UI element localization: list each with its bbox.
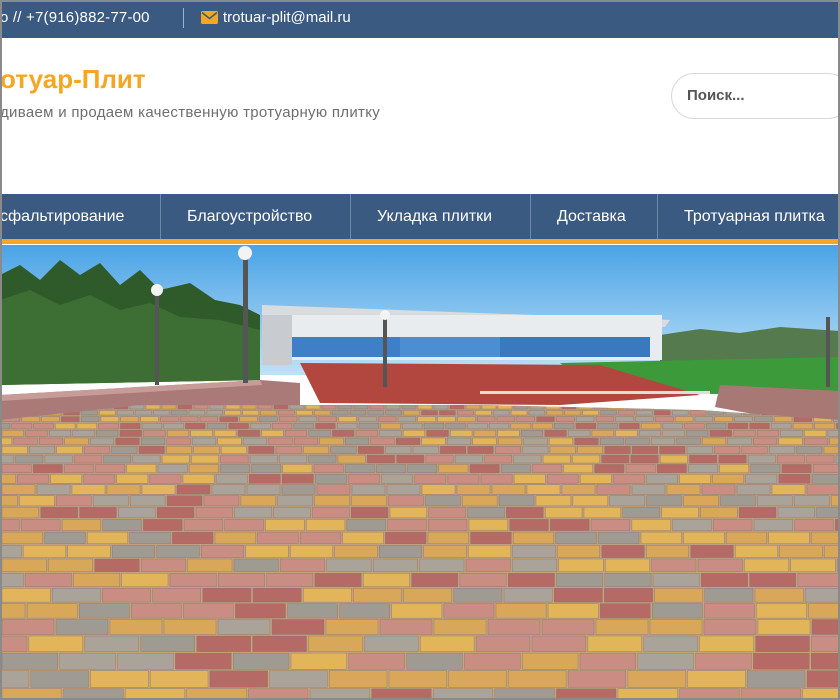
nav-item-landscaping[interactable]: Благоустройство xyxy=(161,194,351,240)
search-box[interactable] xyxy=(671,73,840,119)
main-navigation: сфальтирование Благоустройство Укладка п… xyxy=(0,194,840,244)
nav-accent-line xyxy=(0,239,840,244)
stadium-paving-photo xyxy=(0,245,840,700)
nav-item-tile-laying[interactable]: Укладка плитки xyxy=(351,194,531,240)
search-input[interactable] xyxy=(687,87,827,104)
hero-image xyxy=(0,245,840,700)
site-title[interactable]: отуар-Плит xyxy=(0,64,146,95)
nav-item-paving-tiles[interactable]: Тротуарная плитка xyxy=(658,194,840,240)
phone-number[interactable]: о // +7(916)882-77-00 xyxy=(0,9,150,26)
nav-item-delivery[interactable]: Доставка xyxy=(531,194,658,240)
email-link[interactable]: trotuar-plit@mail.ru xyxy=(223,9,351,26)
divider xyxy=(183,8,184,28)
site-header: отуар-Плит диваем и продаем качественную… xyxy=(0,38,840,194)
nav-item-asphalt[interactable]: сфальтирование xyxy=(0,194,161,240)
top-contact-bar: о // +7(916)882-77-00 trotuar-plit@mail.… xyxy=(0,0,840,38)
envelope-icon xyxy=(201,11,218,24)
site-tagline: диваем и продаем качественную тротуарную… xyxy=(0,104,381,121)
